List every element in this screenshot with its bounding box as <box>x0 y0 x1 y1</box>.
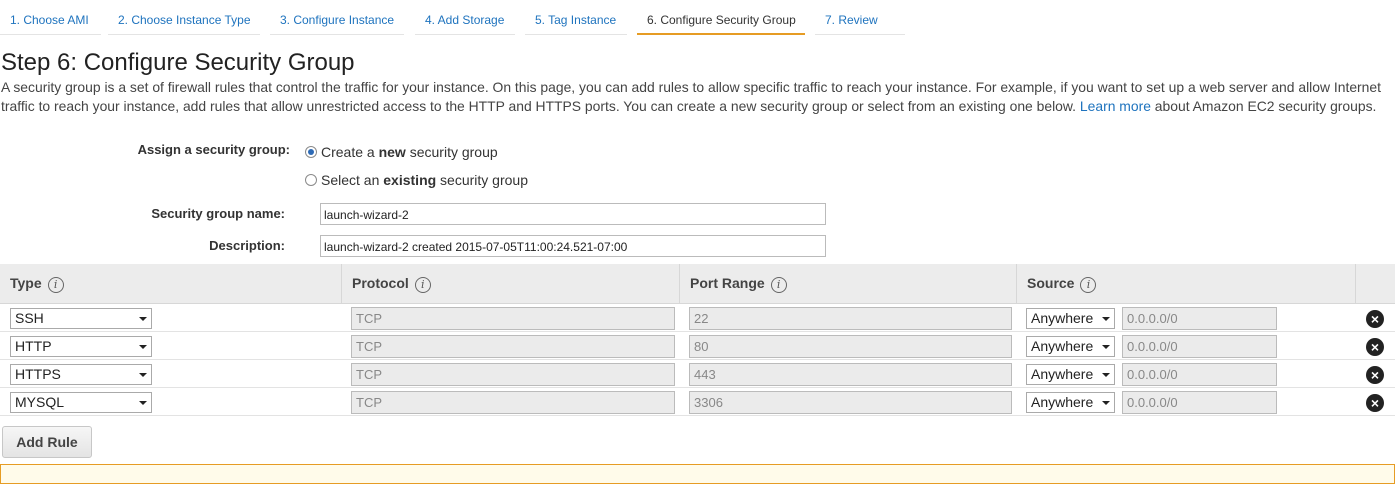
security-group-name-label: Security group name: <box>151 206 285 221</box>
tab-choose-instance-type[interactable]: 2. Choose Instance Type <box>108 0 260 35</box>
header-remove <box>1355 264 1395 304</box>
info-icon[interactable]: i <box>414 277 431 293</box>
type-value: SSH <box>15 310 44 326</box>
table-row: HTTP TCP 80 Anywhere 0.0.0.0/0 × <box>0 332 1395 360</box>
dropdown-arrow-icon <box>139 373 147 377</box>
type-select[interactable]: MYSQL <box>10 392 152 413</box>
header-source-label: Source <box>1027 275 1075 291</box>
type-select[interactable]: HTTPS <box>10 364 152 385</box>
radio-unselected-icon[interactable] <box>305 174 317 186</box>
dropdown-arrow-icon <box>1102 373 1110 377</box>
page-description: A security group is a set of firewall ru… <box>1 78 1395 115</box>
type-select[interactable]: SSH <box>10 308 152 329</box>
type-value: HTTPS <box>15 366 61 382</box>
cidr-input[interactable]: 0.0.0.0/0 <box>1122 363 1277 386</box>
option-existing-text-bold: existing <box>383 172 437 188</box>
source-select[interactable]: Anywhere <box>1026 364 1115 385</box>
remove-rule-icon[interactable]: × <box>1366 394 1384 412</box>
remove-rule-icon[interactable]: × <box>1366 310 1384 328</box>
assign-security-group-label: Assign a security group: <box>137 142 290 157</box>
type-value: HTTP <box>15 338 52 354</box>
dropdown-arrow-icon <box>139 317 147 321</box>
source-value: Anywhere <box>1031 394 1094 410</box>
source-value: Anywhere <box>1031 310 1094 326</box>
protocol-field: TCP <box>351 307 675 330</box>
dropdown-arrow-icon <box>1102 345 1110 349</box>
protocol-field: TCP <box>351 363 675 386</box>
tab-add-storage[interactable]: 4. Add Storage <box>415 0 515 35</box>
learn-more-link[interactable]: Learn more <box>1080 98 1151 114</box>
add-rule-button[interactable]: Add Rule <box>2 426 92 458</box>
dropdown-arrow-icon <box>1102 401 1110 405</box>
dropdown-arrow-icon <box>139 401 147 405</box>
option-existing-text-post: security group <box>436 172 528 188</box>
remove-rule-icon[interactable]: × <box>1366 366 1384 384</box>
protocol-field: TCP <box>351 335 675 358</box>
port-range-field: 443 <box>689 363 1012 386</box>
tab-review[interactable]: 7. Review <box>815 0 905 35</box>
port-range-field: 3306 <box>689 391 1012 414</box>
protocol-field: TCP <box>351 391 675 414</box>
header-port-range: Port Range i <box>679 264 787 304</box>
radio-selected-icon[interactable] <box>305 146 317 158</box>
source-select[interactable]: Anywhere <box>1026 392 1115 413</box>
option-select-existing[interactable]: Select an existing security group <box>305 172 528 188</box>
source-value: Anywhere <box>1031 338 1094 354</box>
tab-configure-instance[interactable]: 3. Configure Instance <box>270 0 404 35</box>
info-icon[interactable]: i <box>47 277 64 293</box>
table-row: SSH TCP 22 Anywhere 0.0.0.0/0 × <box>0 304 1395 332</box>
info-icon[interactable]: i <box>1080 277 1097 293</box>
wizard-steps: 1. Choose AMI 2. Choose Instance Type 3.… <box>0 0 1395 36</box>
option-new-text-bold: new <box>378 144 406 160</box>
tab-configure-security-group[interactable]: 6. Configure Security Group <box>637 0 805 35</box>
source-value: Anywhere <box>1031 366 1094 382</box>
header-source: Source i <box>1016 264 1097 304</box>
header-protocol: Protocol i <box>341 264 431 304</box>
option-new-text-pre: Create a <box>321 144 379 160</box>
header-type: Type i <box>0 264 64 304</box>
description-input[interactable]: launch-wizard-2 created 2015-07-05T11:00… <box>320 235 826 257</box>
type-value: MYSQL <box>15 394 65 410</box>
tab-choose-ami[interactable]: 1. Choose AMI <box>0 0 101 35</box>
dropdown-arrow-icon <box>139 345 147 349</box>
info-icon[interactable]: i <box>770 277 787 293</box>
table-row: HTTPS TCP 443 Anywhere 0.0.0.0/0 × <box>0 360 1395 388</box>
cidr-input[interactable]: 0.0.0.0/0 <box>1122 335 1277 358</box>
security-group-name-input[interactable]: launch-wizard-2 <box>320 203 826 225</box>
table-row: MYSQL TCP 3306 Anywhere 0.0.0.0/0 × <box>0 388 1395 416</box>
port-range-field: 22 <box>689 307 1012 330</box>
option-existing-text-pre: Select an <box>321 172 384 188</box>
option-create-new[interactable]: Create a new security group <box>305 144 498 160</box>
description-label: Description: <box>209 238 285 253</box>
tab-tag-instance[interactable]: 5. Tag Instance <box>525 0 627 35</box>
cidr-input[interactable]: 0.0.0.0/0 <box>1122 307 1277 330</box>
cidr-input[interactable]: 0.0.0.0/0 <box>1122 391 1277 414</box>
header-type-label: Type <box>10 275 42 291</box>
type-select[interactable]: HTTP <box>10 336 152 357</box>
port-range-field: 80 <box>689 335 1012 358</box>
remove-rule-icon[interactable]: × <box>1366 338 1384 356</box>
source-select[interactable]: Anywhere <box>1026 336 1115 357</box>
warning-banner <box>0 464 1395 484</box>
source-select[interactable]: Anywhere <box>1026 308 1115 329</box>
page-title: Step 6: Configure Security Group <box>1 49 355 76</box>
header-protocol-label: Protocol <box>352 275 409 291</box>
header-port-range-label: Port Range <box>690 275 765 291</box>
dropdown-arrow-icon <box>1102 317 1110 321</box>
description-tail: about Amazon EC2 security groups. <box>1150 97 1377 114</box>
rules-table-header: Type i Protocol i Port Range i Source i <box>0 264 1395 304</box>
option-new-text-post: security group <box>405 144 498 160</box>
